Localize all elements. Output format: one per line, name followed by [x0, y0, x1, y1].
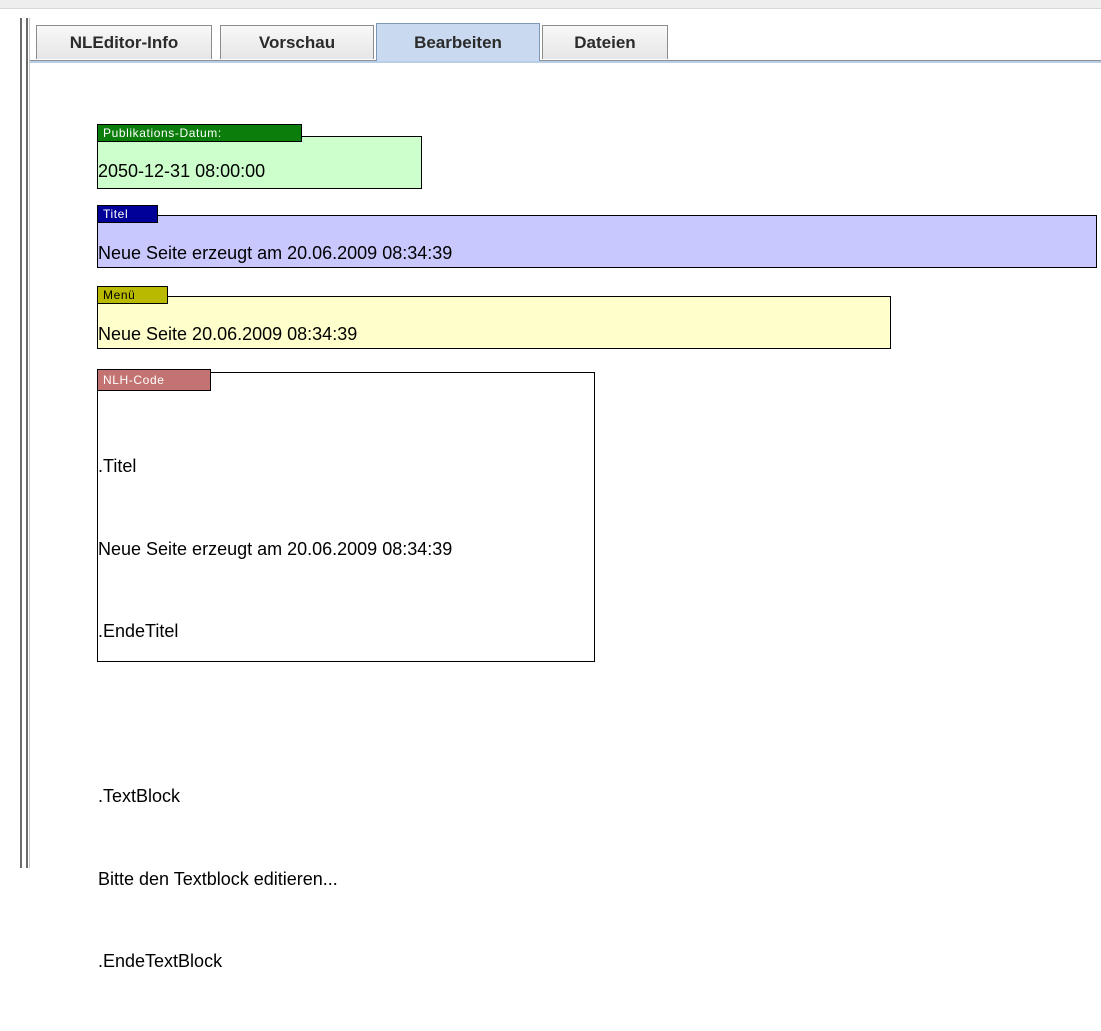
code-line: Bitte den Textblock editieren... [98, 868, 338, 889]
tab-bar: NLEditor-Info Vorschau Bearbeiten Dateie… [30, 22, 1101, 61]
code-line: Neue Seite erzeugt am 20.06.2009 08:34:3… [98, 538, 453, 559]
tab-label: NLEditor-Info [69, 32, 179, 52]
code-line: ​ [98, 701, 452, 729]
menu-label: Menü [97, 286, 168, 304]
tab-label: Dateien [574, 32, 636, 52]
tab-label: Bearbeiten [414, 32, 502, 52]
publish-date-value[interactable]: 2050-12-31 08:00:00 [98, 161, 265, 182]
left-frame-line [20, 18, 22, 868]
tab-dateien[interactable]: Dateien [542, 25, 668, 59]
code-line: .EndeTextBlock [98, 951, 223, 971]
left-frame-line-inner [26, 18, 28, 868]
publish-date-label: Publikations-Datum: [97, 124, 302, 142]
nlh-code-label: NLH-Code [97, 369, 211, 391]
menu-value[interactable]: Neue Seite 20.06.2009 08:34:39 [98, 324, 357, 345]
title-value[interactable]: Neue Seite erzeugt am 20.06.2009 08:34:3… [98, 243, 452, 264]
window-top-strip [0, 0, 1101, 9]
title-label: Titel [97, 205, 158, 223]
nlh-code-text[interactable]: .Titel Neue Seite erzeugt am 20.06.2009 … [98, 398, 452, 1031]
tab-vorschau[interactable]: Vorschau [220, 25, 374, 59]
tab-bearbeiten[interactable]: Bearbeiten [376, 23, 540, 61]
tab-nleditor-info[interactable]: NLEditor-Info [36, 25, 212, 59]
code-line: .Titel [98, 456, 137, 476]
tab-label: Vorschau [258, 32, 336, 52]
editor-content-panel: Publikations-Datum: 2050-12-31 08:00:00 … [30, 61, 1101, 971]
code-line: .EndeTitel [98, 621, 179, 641]
code-line: .TextBlock [98, 786, 181, 806]
